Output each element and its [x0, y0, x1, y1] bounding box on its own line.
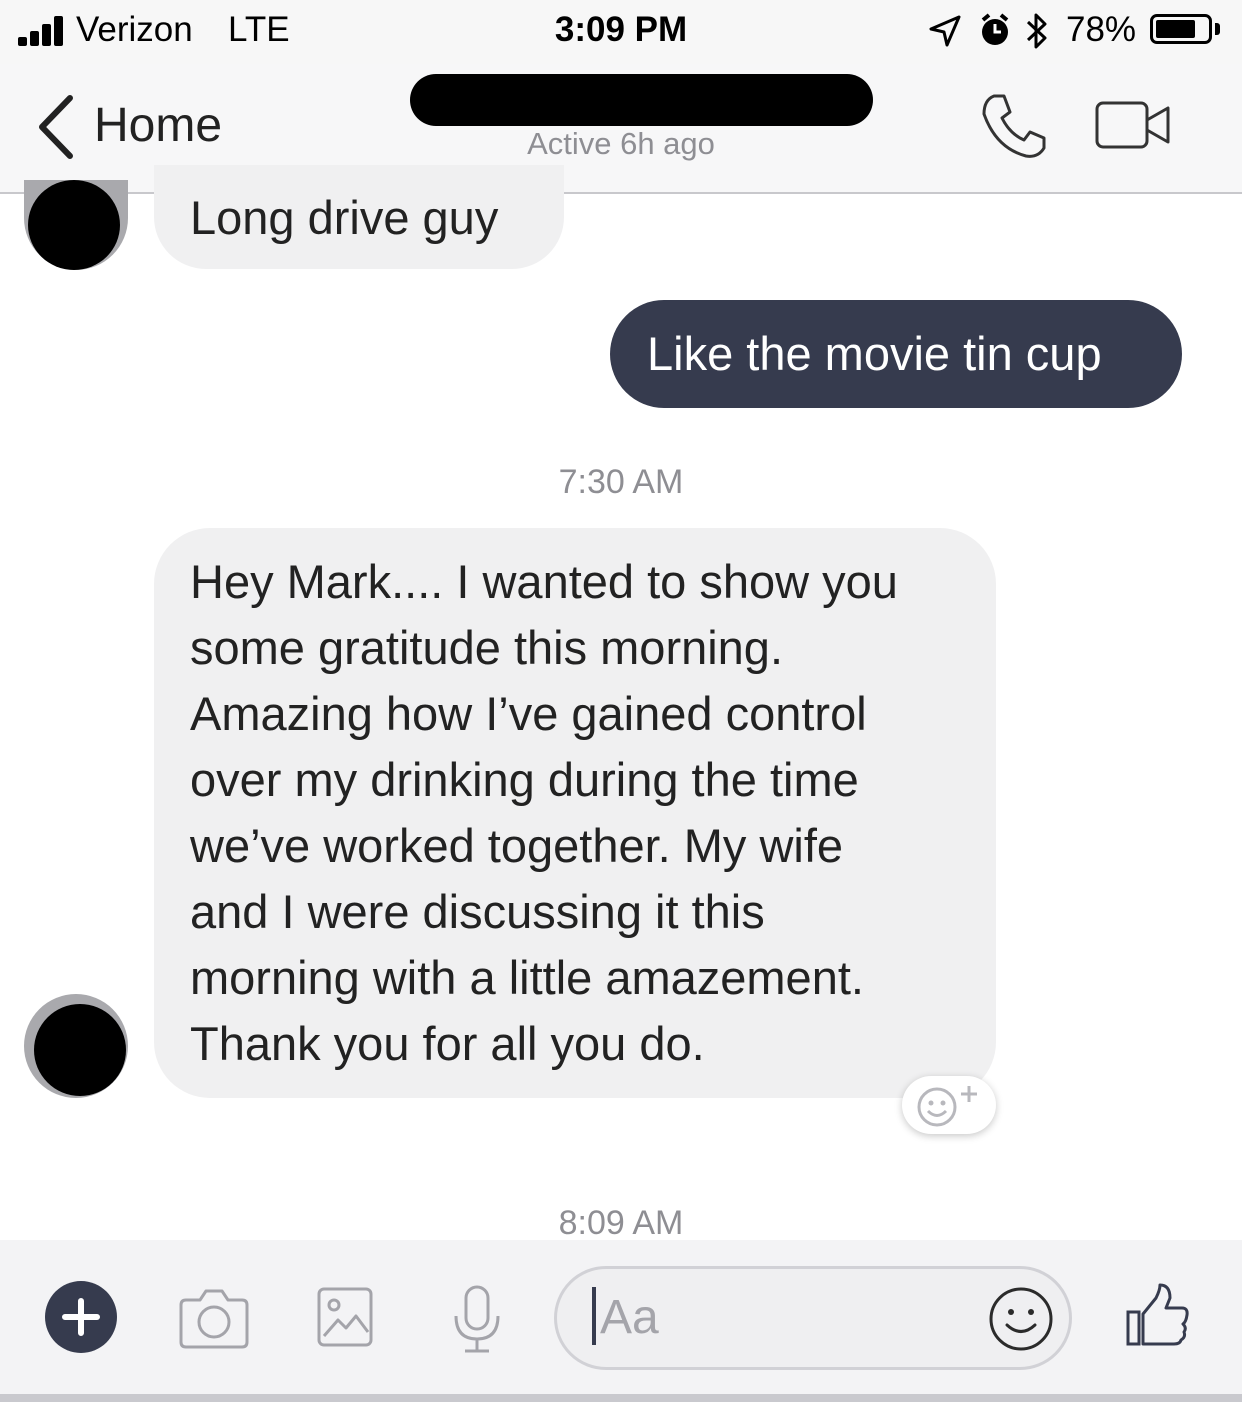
location-icon	[929, 15, 961, 47]
battery-icon	[1150, 14, 1212, 44]
battery-fill	[1156, 20, 1195, 38]
message-text: Like the movie tin cup	[647, 327, 1102, 380]
message-timestamp: 7:30 AM	[558, 463, 684, 501]
message-line: Thank you for all you do.	[190, 1017, 705, 1070]
message-input-placeholder: Aa	[600, 1291, 659, 1344]
status-time: 3:09 PM	[554, 10, 688, 49]
emoji-plus-icon	[917, 1086, 977, 1127]
message-line: Amazing how I’ve gained control	[190, 687, 867, 740]
message-bubble-outgoing[interactable]: Like the movie tin cup	[610, 300, 1182, 408]
thumbs-up-icon[interactable]	[1124, 1282, 1192, 1348]
message-text: Long drive guy	[190, 191, 499, 244]
video-camera-icon[interactable]	[1094, 100, 1172, 150]
avatar[interactable]	[34, 1004, 126, 1096]
battery-tip	[1215, 23, 1220, 35]
camera-icon[interactable]	[178, 1286, 250, 1350]
contact-active-status: Active 6h ago	[527, 126, 715, 161]
message-line: we’ve worked together. My wife	[190, 819, 844, 872]
message-line: Hey Mark.... I wanted to show you	[190, 555, 898, 608]
add-reaction-button[interactable]	[902, 1076, 996, 1134]
avatar[interactable]	[28, 180, 120, 270]
message-line: over my drinking during the time	[190, 753, 859, 806]
emoji-icon[interactable]	[988, 1286, 1054, 1352]
text-caret	[592, 1287, 596, 1345]
message-timestamp: 8:09 AM	[558, 1204, 684, 1242]
image-icon[interactable]	[316, 1286, 374, 1348]
message-line: morning with a little amazement.	[190, 951, 864, 1004]
plus-icon[interactable]	[44, 1280, 118, 1354]
message-bubble-incoming[interactable]: Hey Mark.... I wanted to show you some g…	[154, 528, 996, 1098]
microphone-icon[interactable]	[450, 1284, 504, 1356]
message-bubble-incoming[interactable]: Long drive guy	[154, 165, 564, 269]
message-line: some gratitude this morning.	[190, 621, 784, 674]
battery-percent: 78%	[1066, 10, 1137, 49]
redacted-contact-name[interactable]	[410, 74, 873, 126]
home-indicator	[0, 1394, 1242, 1402]
bluetooth-icon	[1026, 13, 1047, 49]
alarm-icon	[981, 13, 1009, 45]
message-line: and I were discussing it this	[190, 885, 765, 938]
phone-icon[interactable]	[980, 92, 1048, 160]
